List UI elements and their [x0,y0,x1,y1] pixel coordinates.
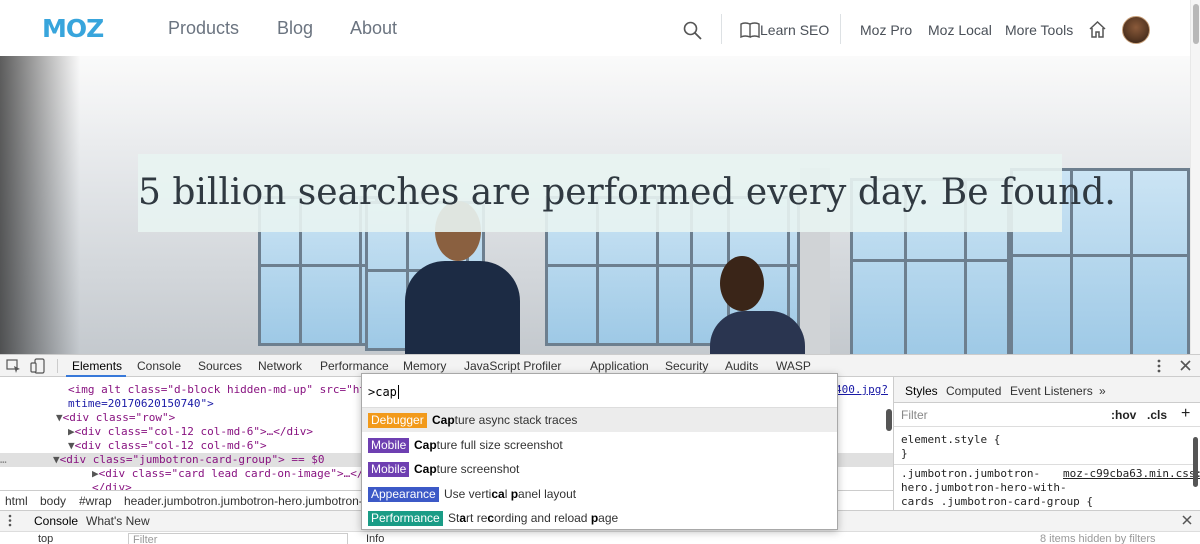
command-label: Capture screenshot [414,462,520,476]
command-menu-input[interactable]: >cap [362,374,837,408]
command-category-badge: Mobile [368,437,410,453]
tab-event-listeners[interactable]: Event Listeners [1010,384,1093,398]
hero-image-person [710,256,805,354]
divider [894,464,1194,465]
close-drawer-icon[interactable] [1182,515,1192,525]
styles-filter-input[interactable]: Filter [901,408,928,422]
code-line[interactable]: <img alt class="d-block hidden-md-up" sr… [68,383,379,397]
add-rule-button[interactable]: + [1181,405,1190,423]
command-category-badge: Mobile [368,462,410,477]
moz-logo[interactable]: MOZ [42,14,104,43]
divider [721,14,722,44]
style-rule-selector[interactable]: .jumbotron.jumbotron- [901,467,1040,481]
search-icon[interactable] [683,21,702,40]
style-rule-selector[interactable]: cards .jumbotron-card-group { [901,495,1093,509]
hero-headline-box: 5 billion searches are performed every d… [138,154,1116,232]
command-menu-item[interactable]: Mobile Capture full size screenshot [362,433,837,457]
tab-sources[interactable]: Sources [198,359,242,373]
device-toolbar-icon[interactable] [30,358,46,374]
breadcrumb-item[interactable]: #wrap [79,494,112,508]
command-menu-item[interactable]: Mobile Capture screenshot [362,457,837,481]
style-rule-selector[interactable]: hero.jumbotron-hero-with- [901,481,1067,495]
command-category-badge: Debugger [368,413,427,428]
console-filter-input[interactable]: Filter [128,533,348,544]
close-icon[interactable] [1180,360,1191,371]
divider [57,359,58,373]
hero-headline: 5 billion searches are performed every d… [138,172,1116,213]
command-category-badge: Performance [368,511,443,526]
learn-seo-link[interactable]: Learn SEO [760,22,829,38]
command-label: Start recording and reload page [448,511,619,525]
code-line-url[interactable]: 400.jpg? [835,383,888,397]
class-toggle[interactable]: .cls [1147,408,1167,422]
command-label: Capture async stack traces [432,413,578,427]
tab-javascript-profiler[interactable]: JavaScript Profiler [464,359,561,373]
styles-scrollbar[interactable] [1193,437,1198,487]
command-category-badge: Appearance [368,486,439,502]
command-label: Use vertical panel layout [444,486,577,501]
hero-image-person [405,201,520,354]
site-header: MOZ Products Blog About Learn SEO Moz Pr… [0,0,1190,56]
drawer-menu-icon[interactable] [8,514,12,527]
moz-pro-link[interactable]: Moz Pro [860,22,912,38]
more-tools-link[interactable]: More Tools [1005,22,1073,38]
book-icon [740,22,760,38]
code-line[interactable]: ▶<div class="card lead card-on-image">…<… [92,467,370,481]
inspect-element-icon[interactable] [6,359,21,373]
code-line[interactable]: ▶<div class="col-12 col-md-6">…</div> [68,425,313,439]
moz-local-link[interactable]: Moz Local [928,22,992,38]
hidden-items-count: 8 items hidden by filters [1040,533,1156,544]
tab-audits[interactable]: Audits [725,359,758,373]
breadcrumb-item[interactable]: body [40,494,66,508]
hero-image-shadow [0,56,80,354]
drawer-tab-whats-new[interactable]: What's New [86,514,150,528]
code-line[interactable]: ▼<div class="col-12 col-md-6"> [68,439,267,453]
breadcrumb-item[interactable]: html [5,494,28,508]
tab-wasp[interactable]: WASP [776,359,811,373]
more-tabs-chevron-icon[interactable]: » [1099,384,1106,398]
nav-products[interactable]: Products [168,18,239,39]
command-menu-item[interactable]: Appearance Use vertical panel layout [362,482,837,506]
styles-filter-row: Filter :hov .cls + [894,403,1200,427]
nav-about[interactable]: About [350,18,397,39]
style-rule-selector[interactable]: element.style { [901,433,1000,447]
command-menu: >cap Debugger Capture async stack traces M… [361,373,838,530]
more-options-icon[interactable] [1156,359,1162,373]
nav-blog[interactable]: Blog [277,18,313,39]
tab-computed[interactable]: Computed [946,384,1001,398]
divider [840,14,841,44]
tab-network[interactable]: Network [258,359,302,373]
tab-console[interactable]: Console [137,359,181,373]
elements-scrollbar[interactable] [886,409,892,431]
style-source-link[interactable]: moz-c99cba63.min.css:1 [1063,467,1200,481]
scrollbar-thumb[interactable] [1193,4,1199,44]
context-select[interactable]: top [38,533,53,544]
page-scrollbar[interactable] [1190,0,1200,355]
tab-security[interactable]: Security [665,359,708,373]
code-line[interactable]: mtime=20170620150740"> [68,397,214,411]
drawer-tab-console[interactable]: Console [34,514,78,528]
home-icon[interactable] [1088,20,1107,39]
command-menu-item[interactable]: Performance Start recording and reload pa… [362,506,837,530]
styles-tab-bar: Styles Computed Event Listeners » [894,377,1200,403]
hover-state-toggle[interactable]: :hov [1111,408,1136,422]
tab-performance[interactable]: Performance [320,359,389,373]
breadcrumb-item[interactable]: header.jumbotron.jumbotron-hero.jumbotro… [124,494,376,508]
console-toolbar: top Filter Info 8 items hidden by filter… [0,531,1200,544]
tab-memory[interactable]: Memory [403,359,446,373]
log-level-select[interactable]: Info [366,533,384,544]
hero-banner: 5 billion searches are performed every d… [0,56,1190,354]
tab-styles[interactable]: Styles [905,384,938,398]
tab-application[interactable]: Application [590,359,649,373]
command-menu-item[interactable]: Debugger Capture async stack traces [362,408,837,432]
styles-pane: Styles Computed Event Listeners » Filter… [893,377,1200,510]
code-line[interactable]: ▼<div class="row"> [56,411,175,425]
style-rule-close: } [901,447,908,460]
command-label: Capture full size screenshot [414,437,563,452]
tab-elements[interactable]: Elements [72,359,122,373]
avatar[interactable] [1122,16,1150,44]
